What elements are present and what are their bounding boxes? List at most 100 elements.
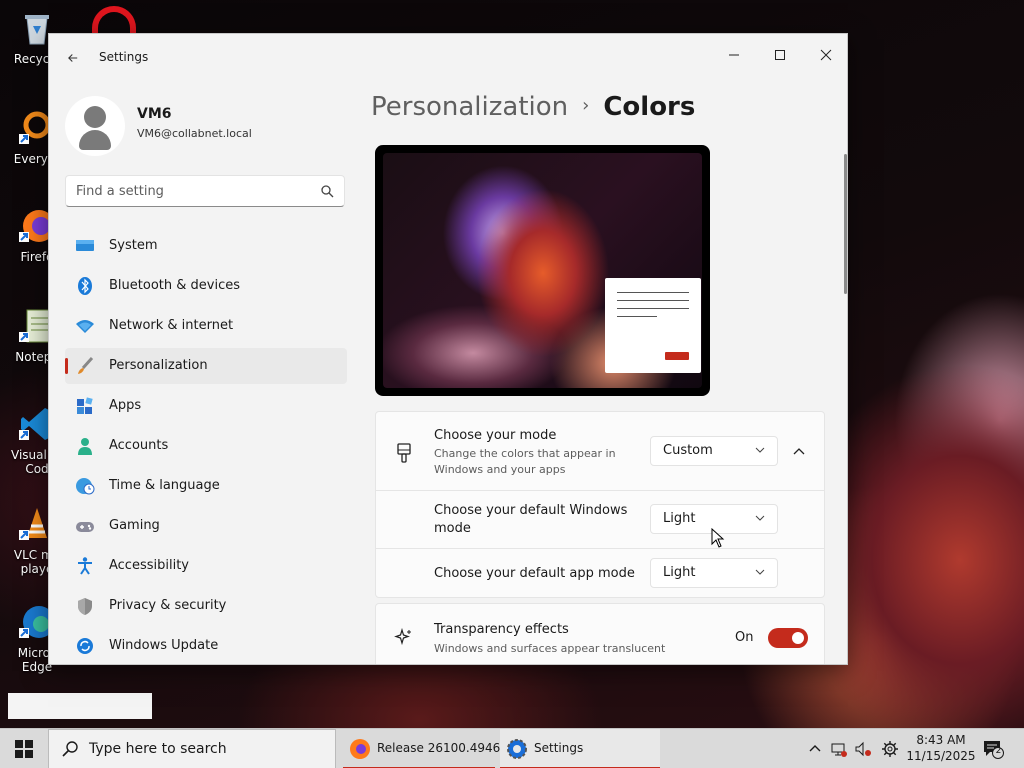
desktop-white-bar bbox=[8, 693, 152, 719]
sidebar-item-time-language[interactable]: Time & language bbox=[65, 468, 347, 504]
update-icon bbox=[77, 638, 93, 654]
avatar-body-shape bbox=[79, 130, 111, 150]
mode-dropdown[interactable]: Custom bbox=[650, 436, 778, 466]
breadcrumb-separator: › bbox=[582, 95, 590, 116]
preview-line bbox=[617, 300, 689, 301]
sidebar-item-label: Apps bbox=[109, 398, 142, 413]
opera-icon[interactable] bbox=[92, 6, 136, 36]
sidebar-item-label: Accounts bbox=[109, 438, 169, 453]
choose-mode-description: Change the colors that appear in Windows… bbox=[434, 447, 616, 476]
sidebar-item-privacy-security[interactable]: Privacy & security bbox=[65, 588, 347, 624]
settings-search-box[interactable]: Find a setting bbox=[65, 175, 345, 207]
shield-icon bbox=[78, 598, 92, 615]
windows-mode-dropdown-value: Light bbox=[663, 511, 696, 526]
sidebar-item-label: Time & language bbox=[109, 478, 220, 493]
content-scrollbar[interactable] bbox=[844, 154, 847, 294]
preview-line bbox=[617, 292, 689, 293]
avatar-head-shape bbox=[84, 106, 106, 128]
collapse-button[interactable] bbox=[784, 436, 814, 466]
sidebar-item-network[interactable]: Network & internet bbox=[65, 308, 347, 344]
sidebar-item-windows-update[interactable]: Windows Update bbox=[65, 628, 347, 664]
sparkle-icon bbox=[394, 628, 411, 646]
paintbrush-icon bbox=[78, 357, 94, 374]
gamepad-icon bbox=[76, 522, 94, 532]
profile-name: VM6 bbox=[137, 106, 172, 122]
preview-line bbox=[617, 308, 689, 309]
sidebar-item-label: Personalization bbox=[109, 358, 208, 373]
search-input[interactable]: Find a setting bbox=[76, 184, 164, 199]
divider bbox=[376, 548, 824, 549]
toggle-knob bbox=[792, 632, 804, 644]
preview-wallpaper bbox=[383, 153, 702, 388]
chevron-down-icon bbox=[755, 569, 765, 575]
wifi-icon bbox=[76, 320, 94, 333]
paint-bucket-icon bbox=[397, 443, 411, 463]
sidebar-item-apps[interactable]: Apps bbox=[65, 388, 347, 424]
volume-muted-icon[interactable] bbox=[854, 740, 872, 758]
sidebar-item-bluetooth[interactable]: Bluetooth & devices bbox=[65, 268, 347, 304]
sidebar-item-label: Network & internet bbox=[109, 318, 234, 333]
sidebar-item-label: System bbox=[109, 238, 158, 253]
sidebar-item-accounts[interactable]: Accounts bbox=[65, 428, 347, 464]
clock-time: 8:43 AM bbox=[916, 733, 966, 747]
breadcrumb: Personalization › Colors bbox=[371, 92, 695, 122]
mode-dropdown-value: Custom bbox=[663, 443, 713, 458]
chevron-down-icon bbox=[755, 447, 765, 453]
chevron-up-icon bbox=[793, 448, 805, 455]
sidebar-item-gaming[interactable]: Gaming bbox=[65, 508, 347, 544]
firefox-icon bbox=[350, 739, 370, 759]
transparency-description: Windows and surfaces appear translucent bbox=[434, 642, 666, 655]
choose-mode-title: Choose your mode bbox=[434, 428, 557, 443]
taskbar-app-firefox[interactable]: Release 26100.4946.... bbox=[343, 729, 516, 768]
taskbar-search[interactable]: Type here to search bbox=[48, 729, 336, 768]
app-mode-dropdown[interactable]: Light bbox=[650, 558, 778, 588]
taskbar: Type here to search Release 26100.4946..… bbox=[0, 728, 1024, 768]
app-mode-dropdown-value: Light bbox=[663, 565, 696, 580]
sidebar-item-personalization[interactable]: Personalization bbox=[65, 348, 347, 384]
maximize-icon bbox=[775, 49, 785, 60]
choose-mode-card: Choose your mode Change the colors that … bbox=[375, 411, 825, 598]
back-arrow-icon bbox=[68, 54, 78, 62]
sidebar-item-label: Accessibility bbox=[109, 558, 189, 573]
settings-icon bbox=[507, 739, 527, 759]
taskbar-clock[interactable]: 8:43 AM 11/15/2025 bbox=[906, 732, 976, 764]
taskbar-search-input[interactable]: Type here to search bbox=[89, 741, 227, 757]
close-button[interactable] bbox=[803, 40, 847, 70]
search-icon[interactable] bbox=[320, 184, 334, 198]
transparency-toggle[interactable] bbox=[768, 628, 808, 648]
sidebar-item-label: Gaming bbox=[109, 518, 160, 533]
theme-preview bbox=[375, 145, 710, 396]
taskbar-app-label: Settings bbox=[534, 741, 584, 755]
bluetooth-icon bbox=[78, 277, 92, 295]
apps-icon bbox=[77, 397, 93, 414]
minimize-button[interactable] bbox=[711, 40, 757, 70]
network-icon[interactable] bbox=[830, 740, 848, 758]
search-icon bbox=[62, 741, 78, 757]
sidebar-item-accessibility[interactable]: Accessibility bbox=[65, 548, 347, 584]
windows-logo-icon bbox=[15, 740, 33, 758]
chevron-up-icon[interactable] bbox=[806, 740, 824, 758]
notification-center-button[interactable]: 2 bbox=[982, 739, 1004, 759]
taskbar-app-settings[interactable]: Settings bbox=[500, 729, 660, 768]
sidebar-item-system[interactable]: System bbox=[65, 228, 347, 264]
breadcrumb-parent[interactable]: Personalization bbox=[371, 92, 568, 122]
start-button[interactable] bbox=[0, 729, 48, 768]
window-title: Settings bbox=[99, 50, 149, 64]
gear-icon[interactable] bbox=[881, 740, 899, 758]
maximize-button[interactable] bbox=[757, 40, 803, 70]
divider bbox=[376, 490, 824, 491]
settings-window: Settings VM6 VM6@collabnet.local Find a … bbox=[48, 33, 848, 665]
transparency-title: Transparency effects bbox=[434, 622, 569, 637]
profile-email: VM6@collabnet.local bbox=[137, 127, 252, 140]
sidebar-nav: System Bluetooth & devices Network & int… bbox=[65, 228, 347, 664]
back-button[interactable] bbox=[63, 48, 83, 68]
transparency-state-label: On bbox=[735, 630, 754, 645]
avatar bbox=[65, 96, 125, 156]
sidebar-item-label: Privacy & security bbox=[109, 598, 227, 613]
sidebar-item-label: Bluetooth & devices bbox=[109, 278, 240, 293]
page-title: Colors bbox=[603, 92, 696, 122]
user-profile[interactable]: VM6 VM6@collabnet.local bbox=[65, 96, 345, 156]
clock-date: 11/15/2025 bbox=[906, 749, 976, 763]
accessibility-icon bbox=[78, 557, 92, 575]
title-bar[interactable]: Settings bbox=[49, 34, 847, 82]
